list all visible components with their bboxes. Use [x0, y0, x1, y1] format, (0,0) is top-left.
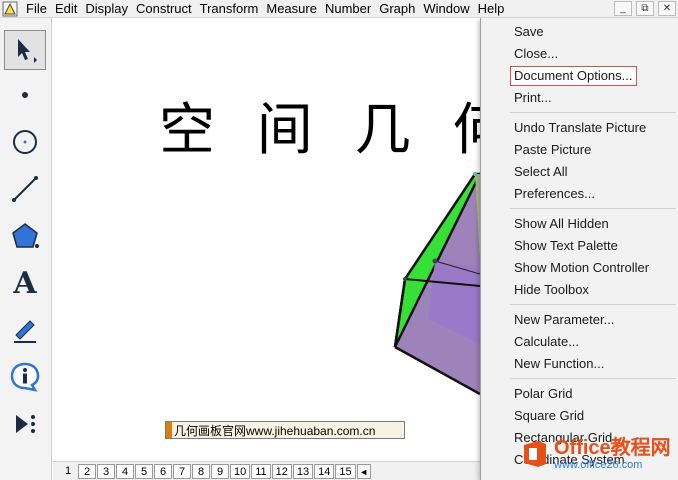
page-tab[interactable]: 13	[292, 464, 314, 479]
page-tab[interactable]: 5	[135, 464, 153, 479]
menu-edit[interactable]: Edit	[51, 0, 81, 18]
menu-item-new-parameter[interactable]: New Parameter...	[481, 309, 678, 331]
page-tab[interactable]: 12	[271, 464, 292, 479]
menu-item-preferences[interactable]: Preferences...	[481, 183, 678, 205]
menu-file[interactable]: File	[22, 0, 51, 18]
page-tabs: 1 2 3 4 5 6 7 8 9 10 11 12 13 14 15 ◄	[59, 464, 371, 479]
page-tab[interactable]: 8	[192, 464, 210, 479]
arrow-select-icon	[18, 39, 37, 63]
page-tab-bar: 1 2 3 4 5 6 7 8 9 10 11 12 13 14 15 ◄	[53, 461, 480, 480]
toolbox: A	[0, 18, 52, 480]
page-tab[interactable]: 7	[173, 464, 191, 479]
menu-item-show-motion-controller[interactable]: Show Motion Controller	[481, 257, 678, 279]
menu-list: File Edit Display Construct Transform Me…	[22, 0, 508, 18]
menu-item-undo-translate-picture[interactable]: Undo Translate Picture	[481, 117, 678, 139]
menu-item-show-text-palette[interactable]: Show Text Palette	[481, 235, 678, 257]
marker-tool[interactable]	[4, 310, 46, 350]
watermark-text: 几何画板官网www.jihehuaban.com.cn	[174, 423, 376, 438]
menu-item-print[interactable]: Print...	[481, 87, 678, 109]
minimize-button[interactable]: _	[614, 1, 632, 16]
menu-bar: File Edit Display Construct Transform Me…	[0, 0, 678, 18]
page-tab[interactable]: 15	[335, 464, 356, 479]
text-tool-icon: A	[13, 265, 37, 301]
menu-separator	[510, 304, 676, 305]
menu-item-select-all[interactable]: Select All	[481, 161, 678, 183]
polygon-icon	[12, 223, 39, 248]
page-tab[interactable]: 2	[78, 464, 96, 479]
straightedge-icon	[12, 176, 38, 202]
page-tab[interactable]: 14	[314, 464, 335, 479]
arrow-select-tool[interactable]	[4, 30, 46, 70]
menu-item-polar-grid[interactable]: Polar Grid	[481, 383, 678, 405]
menu-item-document-options-label: Document Options...	[510, 66, 637, 86]
information-tool[interactable]	[4, 357, 46, 397]
menu-separator	[510, 112, 676, 113]
menu-item-hide-toolbox[interactable]: Hide Toolbox	[481, 279, 678, 301]
scroll-left-button[interactable]: ◄	[356, 464, 371, 479]
menu-item-show-all-hidden[interactable]: Show All Hidden	[481, 213, 678, 235]
menu-item-paste-picture[interactable]: Paste Picture	[481, 139, 678, 161]
page-tab[interactable]: 3	[97, 464, 115, 479]
menu-graph[interactable]: Graph	[375, 0, 419, 18]
menu-measure[interactable]: Measure	[262, 0, 321, 18]
restore-button[interactable]: ⧉	[636, 1, 654, 16]
site-title: Office教程网	[554, 437, 671, 459]
menu-construct[interactable]: Construct	[132, 0, 196, 18]
menu-item-close[interactable]: Close...	[481, 43, 678, 65]
polygon-tool[interactable]	[4, 216, 46, 256]
text-tool[interactable]: A	[4, 263, 46, 303]
sketchpad-app-icon[interactable]	[2, 1, 18, 17]
page-tab-current[interactable]: 1	[59, 464, 77, 479]
compass-icon	[13, 130, 37, 154]
menu-item-document-options[interactable]: Document Options...	[481, 65, 678, 87]
site-url: www.office26.com	[554, 459, 643, 471]
page-tab[interactable]: 9	[211, 464, 229, 479]
custom-tools-button[interactable]	[4, 404, 46, 444]
menu-separator	[510, 208, 676, 209]
page-tab[interactable]: 6	[154, 464, 172, 479]
page-title: 空 间 几 何 体	[159, 98, 480, 163]
menu-item-calculate[interactable]: Calculate...	[481, 331, 678, 353]
menu-separator	[510, 378, 676, 379]
menu-item-save[interactable]: Save	[481, 21, 678, 43]
information-icon	[10, 362, 40, 392]
page-tab[interactable]: 10	[230, 464, 251, 479]
office-logo-icon	[524, 441, 546, 467]
sketch-canvas[interactable]: 空 间 几 何 体 几何画板官网www.jihehuaban.com.cn	[53, 19, 480, 461]
menu-window[interactable]: Window	[419, 0, 473, 18]
site-text: Office教程网 www.office26.com	[554, 437, 671, 471]
marker-pen-icon	[14, 320, 36, 343]
play-more-icon	[16, 415, 35, 433]
context-menu: Save Close... Document Options... Print.…	[480, 18, 678, 480]
menu-transform[interactable]: Transform	[196, 0, 263, 18]
office26-watermark: Office教程网 www.office26.com	[520, 437, 671, 471]
site-watermark-label: 几何画板官网www.jihehuaban.com.cn	[165, 421, 405, 439]
menu-help[interactable]: Help	[474, 0, 509, 18]
close-button[interactable]: ✕	[658, 1, 676, 16]
straightedge-tool[interactable]	[4, 169, 46, 209]
label-marker	[166, 422, 172, 438]
point-icon	[22, 92, 28, 98]
page-tab[interactable]: 4	[116, 464, 134, 479]
compass-tool[interactable]	[4, 122, 46, 162]
menu-item-square-grid[interactable]: Square Grid	[481, 405, 678, 427]
menu-number[interactable]: Number	[321, 0, 375, 18]
prism-figure[interactable]	[383, 164, 480, 404]
menu-display[interactable]: Display	[81, 0, 132, 18]
menu-item-new-function[interactable]: New Function...	[481, 353, 678, 375]
window-controls: _ ⧉ ✕	[614, 1, 676, 16]
page-tab[interactable]: 11	[251, 464, 271, 479]
point-tool[interactable]	[4, 75, 46, 115]
